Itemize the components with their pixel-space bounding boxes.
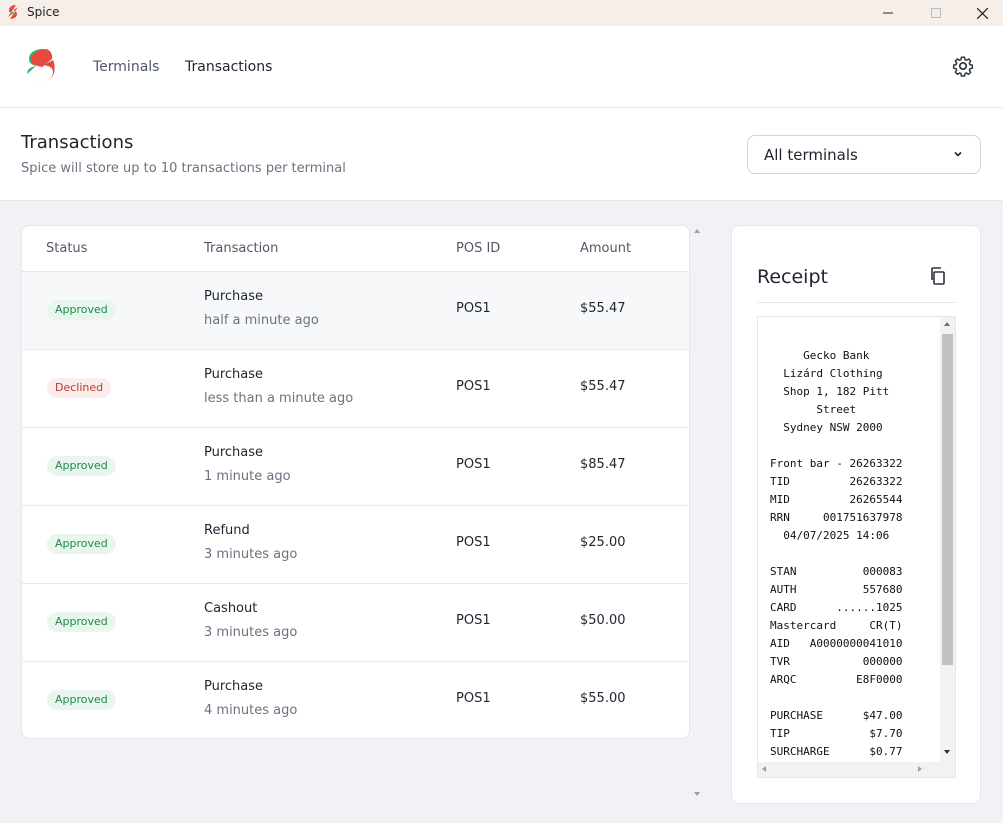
header-status: Status — [46, 241, 88, 256]
table-row[interactable]: Approved Purchase 1 minute ago POS1 $85.… — [22, 428, 689, 506]
table-row[interactable]: Approved Purchase half a minute ago POS1… — [22, 272, 689, 350]
transaction-type: Purchase — [204, 367, 264, 382]
status-badge: Approved — [47, 456, 116, 476]
window-title: Spice — [27, 5, 60, 19]
transaction-time: 4 minutes ago — [204, 703, 298, 718]
terminal-filter-value: All terminals — [764, 145, 858, 164]
table-header: Status Transaction POS ID Amount — [22, 226, 689, 272]
transaction-time: 3 minutes ago — [204, 625, 298, 640]
nav-transactions[interactable]: Transactions — [185, 59, 272, 75]
transaction-type: Purchase — [204, 679, 264, 694]
scroll-up-arrow-icon[interactable] — [694, 229, 700, 233]
maximize-icon — [931, 8, 941, 18]
receipt-title: Receipt — [757, 266, 828, 288]
transaction-type: Cashout — [204, 601, 258, 616]
status-badge: Approved — [47, 300, 116, 320]
transaction-time: 1 minute ago — [204, 469, 291, 484]
scroll-down-arrow-icon[interactable] — [944, 750, 950, 754]
receipt-panel: Receipt Gecko Bank Lizárd Clothing Shop … — [731, 225, 981, 804]
gear-icon[interactable] — [952, 55, 974, 77]
header-transaction: Transaction — [204, 241, 279, 256]
status-badge: Approved — [47, 690, 116, 710]
pos-id: POS1 — [456, 613, 491, 628]
nav-terminals[interactable]: Terminals — [93, 59, 159, 75]
header-amount: Amount — [580, 241, 632, 256]
page-title: Transactions — [21, 132, 134, 153]
transaction-type: Purchase — [204, 445, 264, 460]
chevron-down-icon — [954, 151, 962, 157]
spice-logo[interactable] — [26, 47, 56, 85]
spice-app-icon — [8, 5, 18, 19]
receipt-horizontal-scrollbar[interactable] — [758, 762, 942, 777]
page-subtitle: Spice will store up to 10 transactions p… — [21, 161, 346, 176]
copy-icon[interactable] — [928, 266, 948, 286]
scrollbar-corner — [940, 762, 955, 777]
status-badge: Declined — [47, 378, 112, 398]
transaction-time: half a minute ago — [204, 313, 319, 328]
status-badge: Approved — [47, 534, 116, 554]
transaction-time: 3 minutes ago — [204, 547, 298, 562]
header-pos-id: POS ID — [456, 241, 501, 256]
transaction-type: Refund — [204, 523, 250, 538]
pos-id: POS1 — [456, 301, 491, 316]
table-row[interactable]: Approved Refund 3 minutes ago POS1 $25.0… — [22, 506, 689, 584]
maximize-button[interactable] — [913, 0, 959, 26]
close-icon — [976, 7, 988, 19]
table-row[interactable]: Declined Purchase less than a minute ago… — [22, 350, 689, 428]
scroll-left-arrow-icon[interactable] — [762, 766, 766, 772]
amount: $25.00 — [580, 535, 626, 550]
close-button[interactable] — [959, 0, 1003, 26]
scroll-right-arrow-icon[interactable] — [918, 766, 922, 772]
scroll-up-arrow-icon[interactable] — [944, 322, 950, 326]
receipt-text: Gecko Bank Lizárd Clothing Shop 1, 182 P… — [770, 349, 903, 758]
pos-id: POS1 — [456, 457, 491, 472]
app-header: Terminals Transactions — [0, 26, 1003, 108]
amount: $50.00 — [580, 613, 626, 628]
receipt-text-box[interactable]: Gecko Bank Lizárd Clothing Shop 1, 182 P… — [757, 316, 956, 778]
receipt-vertical-scrollbar[interactable] — [940, 317, 955, 763]
terminal-filter-select[interactable]: All terminals — [747, 135, 981, 174]
amount: $55.00 — [580, 691, 626, 706]
status-badge: Approved — [47, 612, 116, 632]
pos-id: POS1 — [456, 379, 491, 394]
page-scrollbar[interactable] — [690, 225, 706, 803]
transaction-type: Purchase — [204, 289, 264, 304]
pos-id: POS1 — [456, 691, 491, 706]
receipt-divider — [757, 302, 956, 303]
scrollbar-thumb[interactable] — [942, 334, 953, 665]
page-heading: Transactions Spice will store up to 10 t… — [0, 108, 1003, 201]
transactions-table: Status Transaction POS ID Amount Approve… — [21, 225, 690, 739]
pos-id: POS1 — [456, 535, 491, 550]
scroll-down-arrow-icon[interactable] — [694, 792, 700, 796]
transaction-time: less than a minute ago — [204, 391, 354, 406]
window-titlebar: Spice — [0, 0, 1003, 26]
amount: $85.47 — [580, 457, 626, 472]
amount: $55.47 — [580, 379, 626, 394]
minimize-button[interactable] — [865, 0, 911, 26]
minimize-icon — [883, 12, 893, 14]
table-row[interactable]: Approved Cashout 3 minutes ago POS1 $50.… — [22, 584, 689, 662]
table-row[interactable]: Approved Purchase 4 minutes ago POS1 $55… — [22, 662, 689, 738]
amount: $55.47 — [580, 301, 626, 316]
